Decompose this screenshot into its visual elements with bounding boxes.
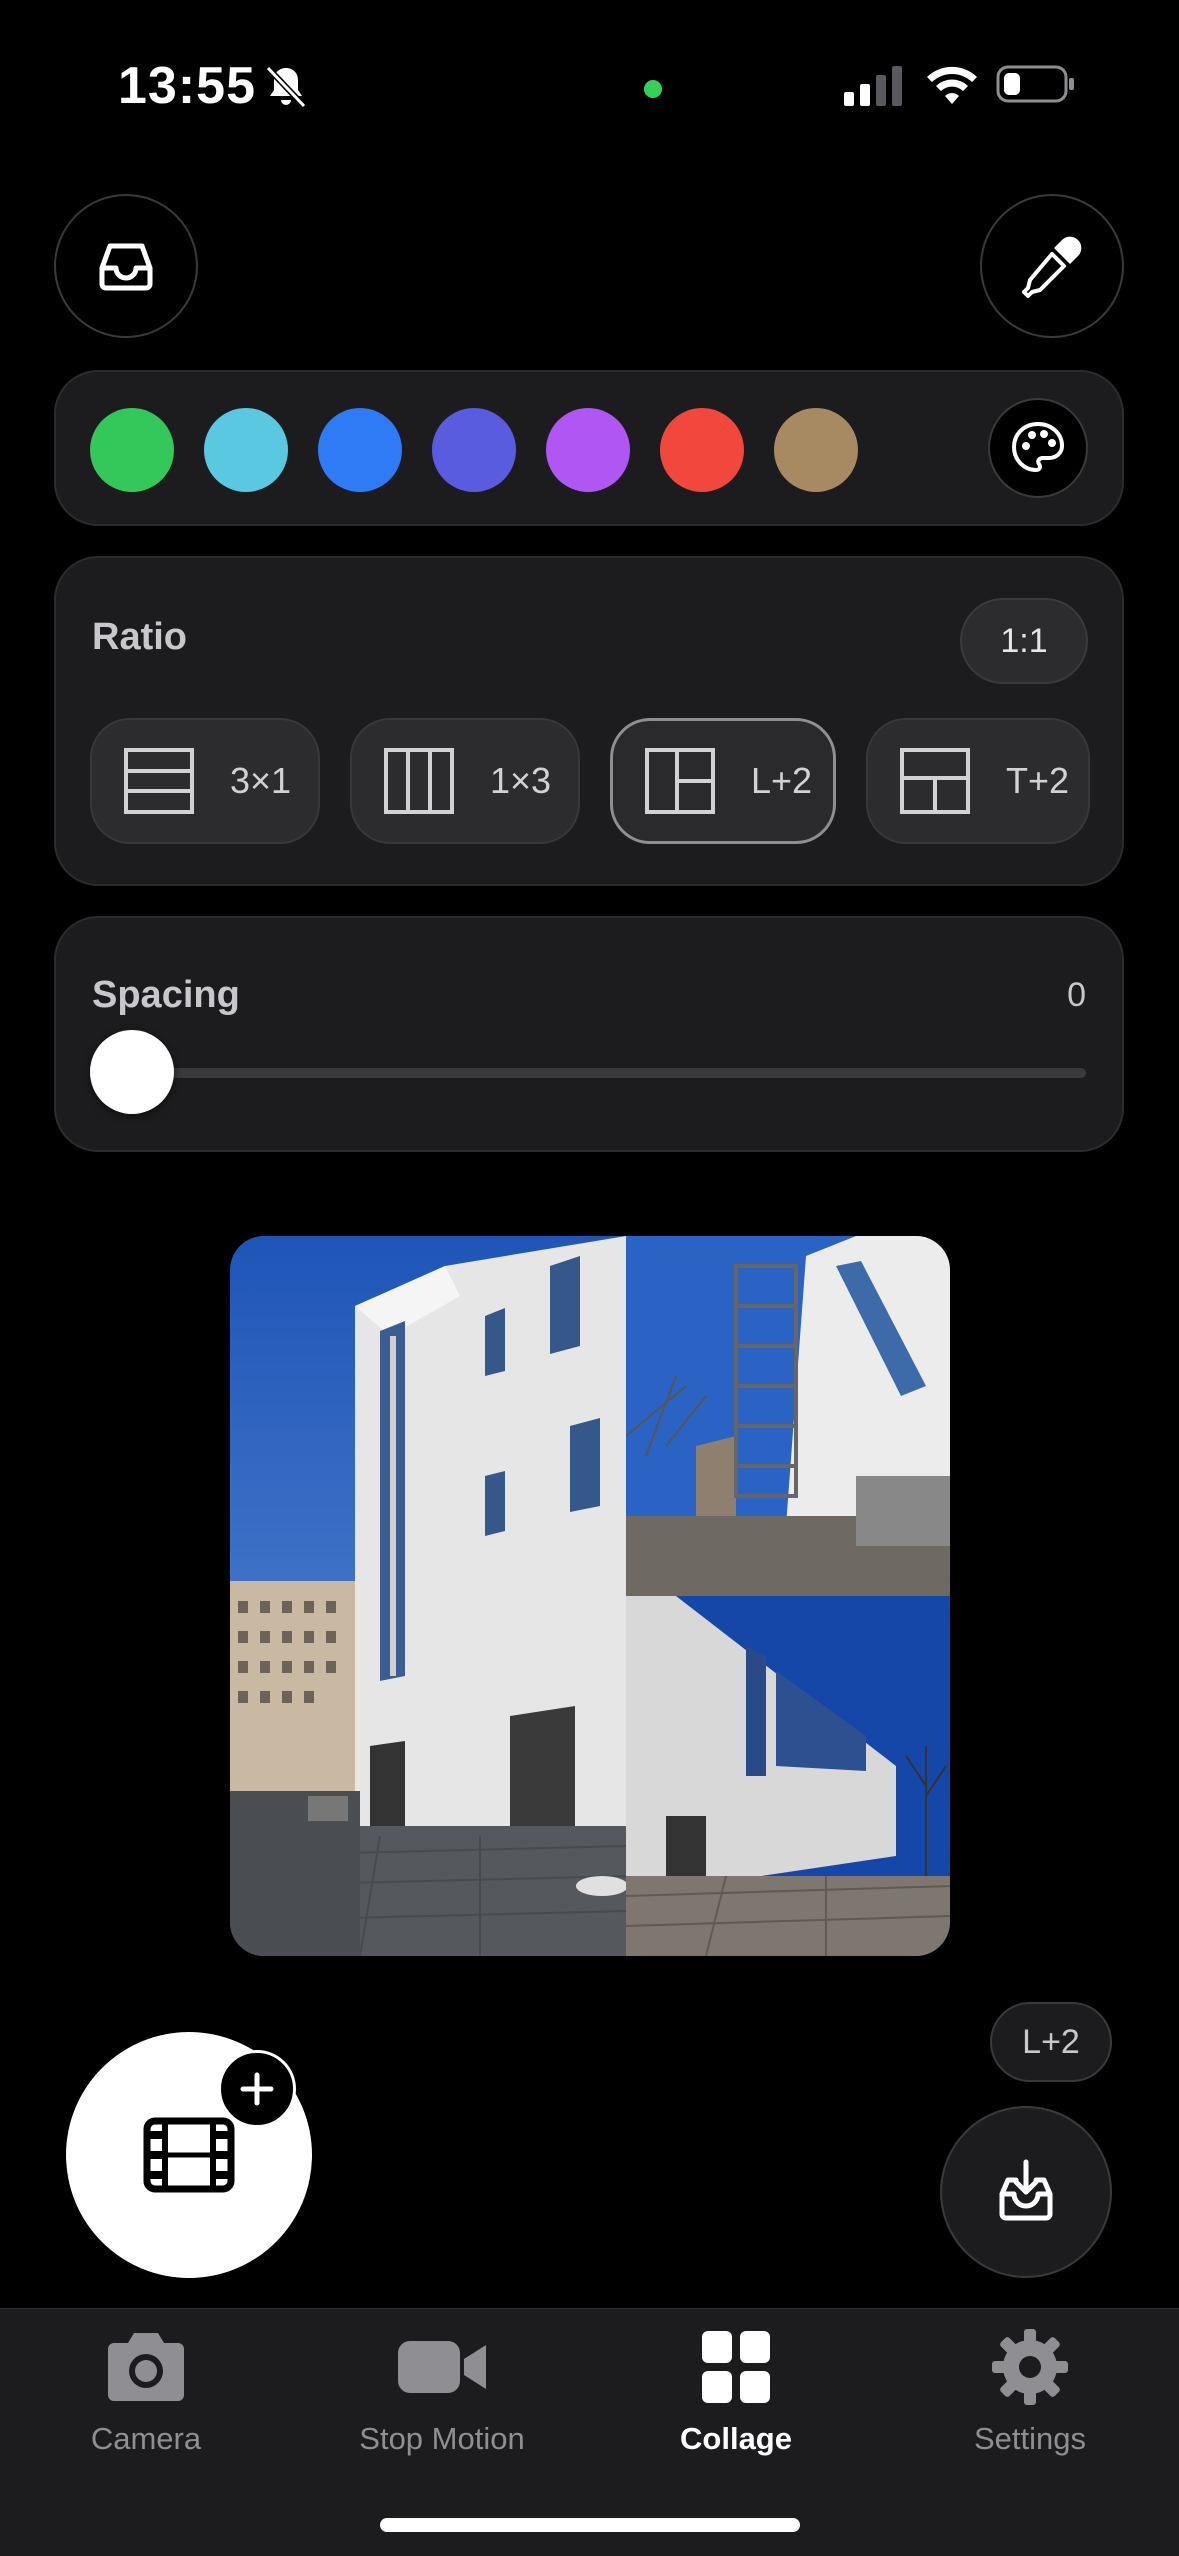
home-indicator [380,2518,800,2532]
export-button[interactable] [940,2106,1112,2278]
collage-photo-top-right[interactable] [626,1236,950,1596]
inbox-button[interactable] [54,194,198,338]
layout-label: T+2 [1006,760,1070,801]
layout-l2-button[interactable]: L+2 [610,718,836,844]
tab-label: Stop Motion [359,2421,525,2456]
collage-photo-bottom-right[interactable] [626,1596,950,1956]
collage-preview[interactable] [230,1236,950,1956]
layout-t2-button[interactable]: T+2 [866,718,1090,844]
three-rows-icon [124,748,194,814]
tab-settings[interactable]: Settings [900,2327,1160,2457]
tray-icon [99,243,153,291]
plus-icon [240,2072,274,2106]
gear-icon [992,2329,1068,2405]
tab-label: Camera [90,2421,202,2456]
spacing-slider-thumb[interactable] [90,1030,174,1114]
tab-label: Settings [973,2421,1086,2456]
spacing-panel: Spacing 0 [54,916,1124,1152]
current-layout-badge: L+2 [990,2002,1112,2082]
left-plus-two-icon [645,748,715,814]
status-time: 13:55 [118,57,256,115]
bell-slash-icon [265,65,307,109]
color-swatch[interactable] [660,408,744,492]
ratio-value-button[interactable]: 1:1 [960,598,1088,684]
add-badge[interactable] [218,2050,296,2128]
layout-3x1-button[interactable]: 3×1 [90,718,320,844]
tray-arrow-down-icon [999,2159,1053,2221]
color-swatch[interactable] [90,408,174,492]
ratio-title: Ratio [92,616,187,658]
wifi-icon [927,66,977,104]
ratio-panel: Ratio 1:1 3×1 1×3 L+2 T+2 [54,556,1124,886]
palette-icon [1011,421,1065,473]
color-swatch-panel [54,370,1124,526]
top-plus-two-icon [900,748,970,814]
tab-collage[interactable]: Collage [606,2327,866,2457]
eyedropper-button[interactable] [980,194,1124,338]
color-swatch[interactable] [204,408,288,492]
layout-label: 1×3 [490,760,552,801]
color-swatch[interactable] [774,408,858,492]
cellular-signal-icon [844,66,902,106]
layout-1x3-button[interactable]: 1×3 [350,718,580,844]
tab-camera[interactable]: Camera [16,2327,276,2457]
three-columns-icon [384,748,454,814]
tab-stop-motion[interactable]: Stop Motion [312,2327,572,2457]
layout-label: 3×1 [230,760,292,801]
spacing-title: Spacing [92,974,240,1016]
tab-label: Collage [680,2421,792,2456]
custom-color-button[interactable] [988,398,1088,498]
spacing-slider-track[interactable] [126,1068,1086,1078]
layout-label: L+2 [751,760,813,801]
collage-photo-left[interactable] [230,1236,626,1956]
film-icon [143,2117,235,2193]
color-swatch[interactable] [546,408,630,492]
battery-icon [996,65,1074,103]
video-icon [398,2341,486,2393]
eyedropper-icon [1022,236,1082,298]
green-dot-indicator [644,80,662,98]
camera-icon [108,2333,184,2401]
color-swatch[interactable] [432,408,516,492]
spacing-value: 0 [1067,976,1086,1014]
grid-icon [702,2331,770,2403]
color-swatch[interactable] [318,408,402,492]
